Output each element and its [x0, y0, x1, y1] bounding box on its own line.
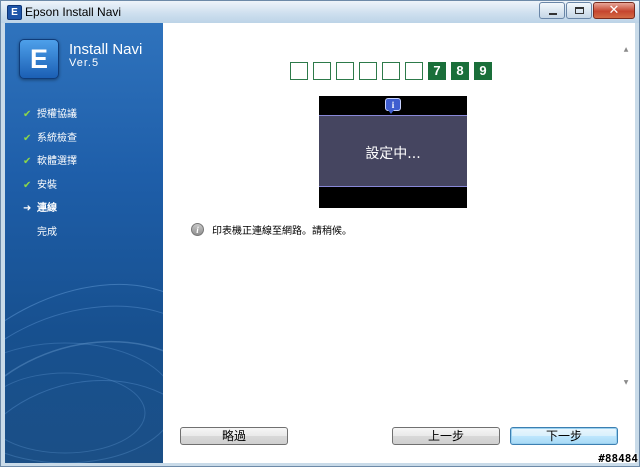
arrow-right-icon: ➜	[23, 203, 32, 214]
app-name: Install Navi	[69, 41, 143, 58]
window-title: Epson Install Navi	[25, 5, 122, 19]
vertical-scrollbar[interactable]: ▲ ▼	[621, 46, 631, 386]
app-window: E Epson Install Navi ✕ E Install Navi Ve…	[0, 0, 640, 467]
step-2: ✔ 系統檢查	[19, 133, 77, 157]
checkmark-icon: ✔	[23, 156, 32, 167]
skip-button[interactable]: 略過	[180, 427, 288, 445]
progress-box-3	[336, 62, 354, 80]
lcd-screen: 設定中...	[319, 115, 467, 187]
step-label: 完成	[37, 226, 57, 238]
step-label: 系統檢查	[37, 132, 77, 144]
caption-buttons: ✕	[538, 2, 635, 20]
progress-box-5	[382, 62, 400, 80]
printer-lcd-preview: i 設定中...	[319, 96, 467, 208]
step-label: 安裝	[37, 179, 57, 191]
epson-app-icon: E	[7, 5, 22, 20]
progress-box-7: 7	[428, 62, 446, 80]
step-3: ✔ 軟體選擇	[19, 156, 77, 180]
install-navi-logo: E	[19, 39, 59, 79]
progress-box-6	[405, 62, 423, 80]
app-version: Ver.5	[69, 57, 100, 69]
progress-box-2	[313, 62, 331, 80]
progress-box-8: 8	[451, 62, 469, 80]
checkmark-icon: ✔	[23, 179, 32, 191]
minimize-button[interactable]	[539, 2, 565, 19]
progress-box-4	[359, 62, 377, 80]
minimize-icon	[549, 13, 557, 15]
step-label: 連線	[37, 203, 57, 214]
step-4: ✔ 安裝	[19, 180, 77, 204]
scroll-up-icon[interactable]: ▲	[621, 46, 631, 53]
client-area: E Install Navi Ver.5 ✔ 授權協議 ✔ 系統檢查 ✔ 軟體選擇 ✔ 安裝 ➜…	[5, 23, 635, 463]
progress-box-9: 9	[474, 62, 492, 80]
main-content: 789 i 設定中... i 印表機正連線至網路。請稍候。 ▲ ▼ 略過 上一步…	[163, 23, 635, 463]
step-6: 完成	[19, 227, 77, 251]
info-bubble-tail	[388, 110, 394, 114]
watermark: #88484	[598, 452, 638, 465]
scroll-down-icon[interactable]: ▼	[621, 379, 631, 386]
checkmark-icon: ✔	[23, 132, 32, 144]
step-list: ✔ 授權協議 ✔ 系統檢查 ✔ 軟體選擇 ✔ 安裝 ➜ 連線完成	[19, 109, 77, 250]
info-icon: i	[191, 223, 204, 236]
lcd-status-text: 設定中...	[365, 146, 421, 162]
maximize-icon	[575, 7, 584, 14]
step-label: 授權協議	[37, 109, 77, 120]
status-message: i 印表機正連線至網路。請稍候。	[191, 222, 352, 237]
checkmark-icon: ✔	[23, 109, 32, 120]
logo-letter: E	[29, 44, 48, 74]
status-text: 印表機正連線至網路。請稍候。	[212, 226, 352, 237]
title-bar[interactable]: E Epson Install Navi ✕	[1, 1, 639, 23]
progress-box-1	[290, 62, 308, 80]
back-button[interactable]: 上一步	[392, 427, 500, 445]
sidebar: E Install Navi Ver.5 ✔ 授權協議 ✔ 系統檢查 ✔ 軟體選擇 ✔ 安裝 ➜…	[5, 23, 163, 463]
step-label: 軟體選擇	[37, 156, 77, 167]
close-icon: ✕	[608, 3, 620, 18]
close-button[interactable]: ✕	[593, 2, 635, 19]
maximize-button[interactable]	[566, 2, 592, 19]
setup-progress-boxes: 789	[290, 62, 497, 80]
step-5: ➜ 連線	[19, 203, 77, 227]
step-1: ✔ 授權協議	[19, 109, 77, 133]
next-button[interactable]: 下一步	[510, 427, 618, 445]
